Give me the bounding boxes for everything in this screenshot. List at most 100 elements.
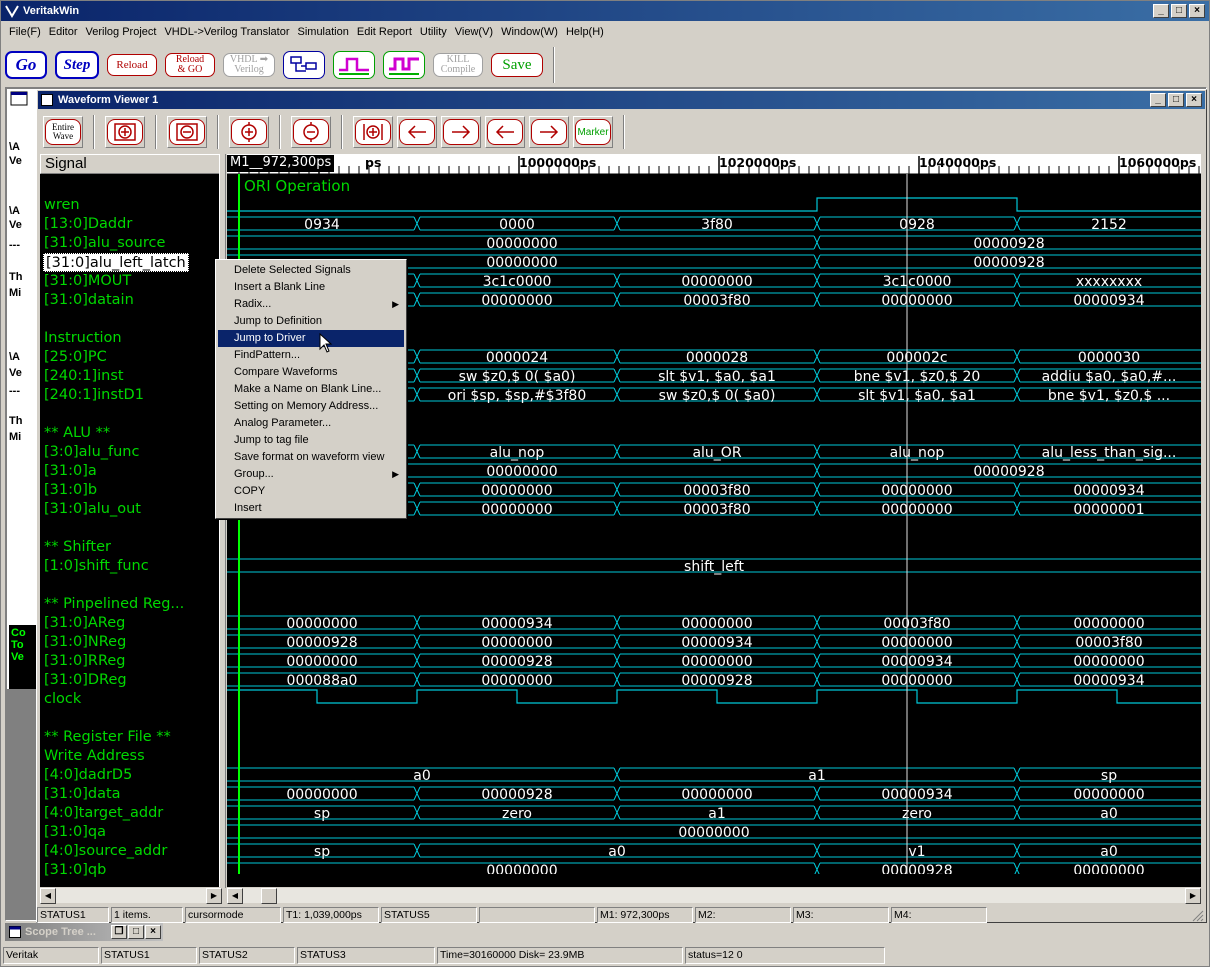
context-menu-item[interactable]: Insert (218, 500, 404, 517)
signal-name[interactable]: [240:1]instD1 (44, 386, 144, 405)
menu-verilog-project[interactable]: Verilog Project (82, 26, 161, 38)
context-menu-item[interactable]: Jump to Driver (218, 330, 404, 347)
bus-waveform[interactable]: 00000000 00000928 (227, 235, 1201, 252)
menu-simulation[interactable]: Simulation (294, 26, 353, 38)
context-menu-item[interactable]: Analog Parameter... (218, 415, 404, 432)
vhdl-verilog-button[interactable]: VHDL ➡ Verilog (223, 53, 275, 77)
wv-restore-button[interactable]: □ (1168, 93, 1184, 107)
zoom-in-h-button[interactable] (105, 116, 145, 148)
scope-tree-minimized[interactable]: Scope Tree ... ❐ □ × (5, 923, 163, 941)
wave-magenta-button[interactable] (383, 51, 425, 79)
context-menu-item[interactable]: Jump to tag file (218, 432, 404, 449)
signal-name[interactable]: [31:0]datain (44, 291, 134, 310)
context-menu-item[interactable]: Radix... ▶ (218, 296, 404, 313)
maximize-button[interactable]: □ (1171, 4, 1187, 18)
signal-name[interactable]: [31:0]qa (44, 823, 106, 842)
signal-name[interactable]: [13:0]Daddr (44, 215, 132, 234)
context-menu-item[interactable]: COPY (218, 483, 404, 500)
go-button[interactable]: Go (5, 51, 47, 79)
signal-name[interactable]: [31:0]data (44, 785, 121, 804)
next-edge-button[interactable] (529, 116, 569, 148)
signal-name[interactable]: [31:0]RReg (44, 652, 126, 671)
zoom-fit-button[interactable] (353, 116, 393, 148)
wave-hscrollbar[interactable]: ◀ ▶ (227, 887, 1201, 904)
signal-name[interactable]: [4:0]target_addr (44, 804, 163, 823)
minimize-button[interactable]: _ (1153, 4, 1169, 18)
bus-waveform[interactable]: sp zero a1 zero a0 (227, 805, 1201, 822)
signal-name[interactable]: [31:0]AReg (44, 614, 125, 633)
console-window-behind[interactable]: \A Ve \A Ve --- Th Mi \A Ve --- Th Mi (7, 89, 37, 689)
context-menu-item[interactable]: Setting on Memory Address... (218, 398, 404, 415)
bus-waveform[interactable]: 00000000 00000928 00000000 00000934 00000000 (227, 653, 1201, 670)
menu-edit-report[interactable]: Edit Report (353, 26, 416, 38)
bus-waveform[interactable]: 00000000 00000934 00000000 00003f80 00000000 (227, 615, 1201, 632)
signal-name[interactable]: [31:0]qb (44, 861, 106, 880)
signal-name[interactable]: [4:0]dadrD5 (44, 766, 132, 785)
context-menu-item[interactable]: Save format on waveform view (218, 449, 404, 466)
context-menu-item[interactable]: Group... ▶ (218, 466, 404, 483)
scroll-right-arrow[interactable]: ▶ (206, 888, 222, 904)
kill-compile-button[interactable]: KILL Compile (433, 53, 483, 77)
step-button[interactable]: Step (55, 51, 99, 79)
app-title-bar[interactable]: VeritakWin _ □ × (1, 1, 1209, 21)
context-menu-item[interactable]: Delete Selected Signals (218, 262, 404, 279)
signal-group-label[interactable]: ** ALU ** (44, 424, 110, 443)
entire-wave-button[interactable]: Entire Wave (43, 116, 83, 148)
signal-name[interactable]: [31:0]alu_source (44, 234, 165, 253)
scroll-left-arrow[interactable]: ◀ (227, 888, 243, 904)
bus-waveform[interactable]: 00000000 00000928 00000000 (227, 862, 1201, 874)
signal-group-label[interactable]: ** Register File ** (44, 728, 171, 747)
signal-name[interactable]: [240:1]inst (44, 367, 124, 386)
signal-name[interactable]: [31:0]a (44, 462, 97, 481)
signal-name[interactable]: [31:0]alu_out (44, 500, 141, 519)
scroll-left-arrow[interactable]: ◀ (40, 888, 56, 904)
signal-list-panel[interactable]: Signal wren [13:0]Daddr [31:0]alu_source [3… (40, 154, 222, 888)
menu-vhdl-translator[interactable]: VHDL->Verilog Translator (160, 26, 293, 38)
signal-name[interactable]: [31:0]alu_left_latch (43, 253, 189, 272)
menu-view[interactable]: View(V) (451, 26, 497, 38)
wave-green-button[interactable] (333, 51, 375, 79)
scroll-right-arrow[interactable]: ▶ (1185, 888, 1201, 904)
signal-name[interactable]: [31:0]NReg (44, 633, 126, 652)
signal-group-label[interactable]: Instruction (44, 329, 122, 348)
signal-column-header[interactable]: Signal (40, 154, 220, 174)
signal-name[interactable]: wren (44, 196, 80, 215)
signal-group-label[interactable]: ** Shifter (44, 538, 111, 557)
context-menu-item[interactable]: Jump to Definition (218, 313, 404, 330)
scope-restore-button[interactable]: ❐ (111, 925, 127, 939)
scroll-left-button[interactable] (397, 116, 437, 148)
menu-help[interactable]: Help(H) (562, 26, 608, 38)
menu-editor[interactable]: Editor (45, 26, 82, 38)
context-menu-item[interactable]: FindPattern... (218, 347, 404, 364)
scroll-thumb[interactable] (261, 888, 277, 904)
signal-name[interactable]: [1:0]shift_func (44, 557, 149, 576)
bus-waveform[interactable]: shift_left (227, 558, 1201, 575)
zoom-out-h-button[interactable] (167, 116, 207, 148)
context-menu-item[interactable]: Insert a Blank Line (218, 279, 404, 296)
signal-name[interactable]: [4:0]source_addr (44, 842, 167, 861)
signal-name[interactable]: [31:0]MOUT (44, 272, 131, 291)
bit-waveform[interactable] (227, 197, 1201, 212)
scroll-right-button[interactable] (441, 116, 481, 148)
context-menu-item[interactable]: Compare Waveforms (218, 364, 404, 381)
bus-waveform[interactable]: 000088a0 00000000 00000928 00000000 00000934 (227, 672, 1201, 689)
signal-group-label[interactable]: Write Address (44, 747, 145, 766)
zoom-out-button[interactable] (291, 116, 331, 148)
wv-minimize-button[interactable]: _ (1150, 93, 1166, 107)
scope-close-button[interactable]: × (145, 925, 161, 939)
time-ruler[interactable]: M1__972,300ps ps 1000000ps 1020000ps 104000… (227, 154, 1201, 174)
signal-group-label[interactable]: ** Pinpelined Reg... (44, 595, 184, 614)
bus-waveform[interactable]: 00000000 00000928 00000000 00000934 00000000 (227, 786, 1201, 803)
hierarchy-button[interactable] (283, 51, 325, 79)
bus-waveform[interactable]: a0 a1 sp (227, 767, 1201, 784)
resize-grip-icon[interactable] (1190, 908, 1204, 922)
menu-utility[interactable]: Utility (416, 26, 451, 38)
signal-name[interactable]: clock (44, 690, 81, 709)
marker-button[interactable]: Marker (573, 116, 613, 148)
bus-waveform[interactable]: sp a0 v1 a0 (227, 843, 1201, 860)
signal-name[interactable]: [31:0]DReg (44, 671, 127, 690)
reload-go-button[interactable]: Reload & GO (165, 53, 215, 77)
save-button[interactable]: Save (491, 53, 543, 77)
signal-name[interactable]: [3:0]alu_func (44, 443, 139, 462)
signal-name[interactable]: [25:0]PC (44, 348, 107, 367)
